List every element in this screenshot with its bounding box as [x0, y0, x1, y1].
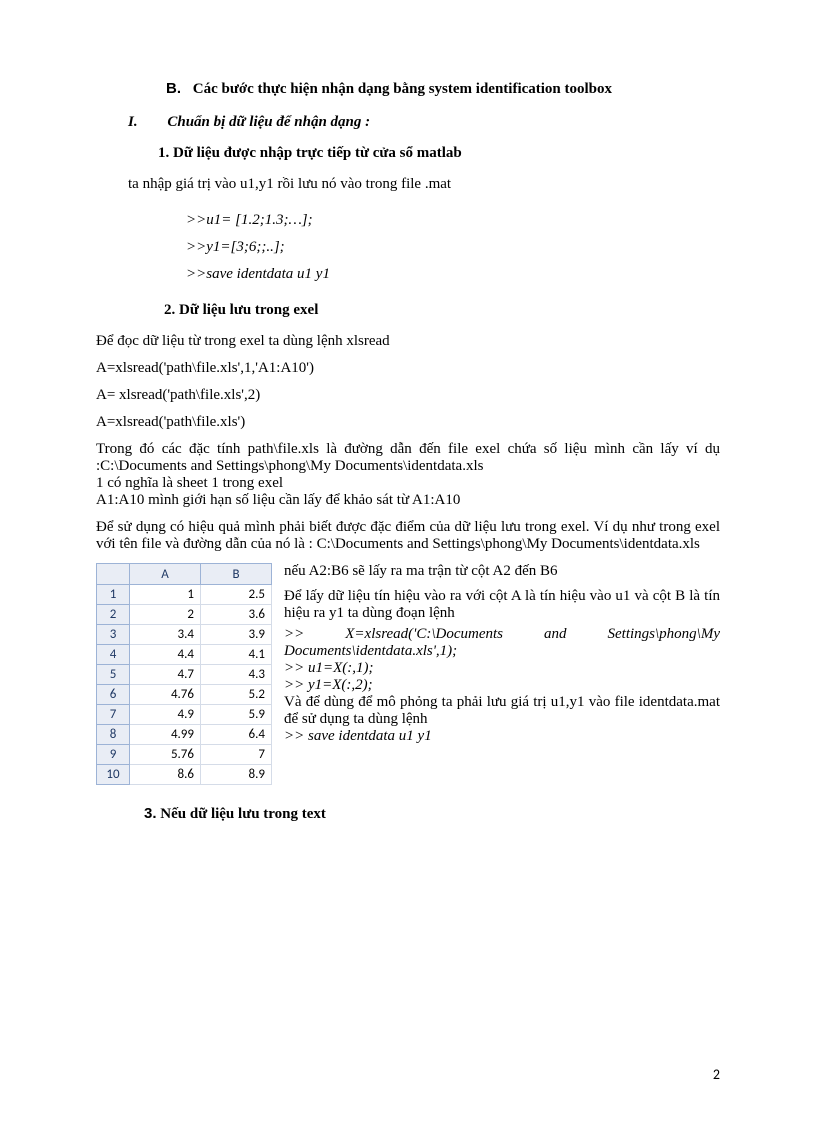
cell: 3.6 — [201, 605, 272, 625]
cell: 4.7 — [130, 665, 201, 685]
heading-i: I. Chuẩn bị dữ liệu để nhận dạng : — [128, 114, 720, 131]
paragraph: nếu A2:B6 sẽ lấy ra ma trận từ cột A2 đế… — [284, 563, 720, 580]
column-header-a: A — [130, 564, 201, 585]
code-line: >>y1=[3;6;;..]; — [186, 234, 720, 261]
table-row: 95.767 — [97, 745, 272, 765]
text: Trong đó các đặc tính path\file.xls là đ… — [96, 441, 720, 474]
code-line: >> y1=X(:,2); — [284, 677, 373, 693]
code-line: >>u1= [1.2;1.3;…]; — [186, 207, 720, 234]
cell: 8.6 — [130, 765, 201, 785]
column-header-b: B — [201, 564, 272, 585]
cell: 4.76 — [130, 685, 201, 705]
code-line: >>save identdata u1 y1 — [186, 261, 720, 288]
cell: 7 — [201, 745, 272, 765]
row-header: 10 — [97, 765, 130, 785]
table-row: 112.5 — [97, 585, 272, 605]
heading-2-marker: 2. — [164, 302, 175, 318]
cell: 2 — [130, 605, 201, 625]
cell: 5.76 — [130, 745, 201, 765]
code-line: >> save identdata u1 y1 — [284, 728, 432, 744]
heading-2-text: Dữ liệu lưu trong exel — [179, 302, 318, 318]
cell: 4.1 — [201, 645, 272, 665]
heading-1-text: Dữ liệu được nhập trực tiếp từ cửa sổ ma… — [173, 145, 462, 161]
paragraph: Và để dùng để mô phỏng ta phải lưu giá t… — [284, 694, 720, 728]
row-header: 7 — [97, 705, 130, 725]
code-line: A=xlsread('path\file.xls',1,'A1:A10') — [96, 360, 720, 377]
row-header: 8 — [97, 725, 130, 745]
cell: 1 — [130, 585, 201, 605]
cell: 4.3 — [201, 665, 272, 685]
cell: 3.4 — [130, 625, 201, 645]
table-row: 223.6 — [97, 605, 272, 625]
table-row: 33.43.9 — [97, 625, 272, 645]
cell: 6.4 — [201, 725, 272, 745]
text: A1:A10 mình giới hạn số liệu cần lấy để … — [96, 492, 460, 508]
heading-2: 2. Dữ liệu lưu trong exel — [164, 302, 720, 319]
heading-1-marker: 1. — [158, 145, 169, 161]
cell: 3.9 — [201, 625, 272, 645]
code-line: >> X=xlsread('C:\Documents and Settings\… — [284, 626, 720, 643]
heading-b-marker: B. — [166, 80, 181, 97]
cell: 4.99 — [130, 725, 201, 745]
table-corner — [97, 564, 130, 585]
paragraph: Để đọc dữ liệu từ trong exel ta dùng lện… — [96, 333, 720, 350]
excel-and-text-row: A B 112.5 223.6 33.43.9 44.44.1 54.74.3 … — [96, 563, 720, 785]
cell: 4.4 — [130, 645, 201, 665]
paragraph: Để lấy dữ liệu tín hiệu vào ra với cột A… — [284, 588, 720, 622]
row-header: 1 — [97, 585, 130, 605]
heading-1: 1. Dữ liệu được nhập trực tiếp từ cửa sổ… — [158, 145, 720, 162]
row-header: 9 — [97, 745, 130, 765]
cell: 5.9 — [201, 705, 272, 725]
row-header: 3 — [97, 625, 130, 645]
excel-table: A B 112.5 223.6 33.43.9 44.44.1 54.74.3 … — [96, 563, 272, 785]
document-page: B. Các bước thực hiện nhận dạng bằng sys… — [0, 0, 816, 1123]
text: 1 có nghĩa là sheet 1 trong exel — [96, 475, 283, 491]
cell: 4.9 — [130, 705, 201, 725]
table-row: 108.68.9 — [97, 765, 272, 785]
page-number: 2 — [713, 1066, 720, 1083]
heading-3: 3. Nếu dữ liệu lưu trong text — [144, 805, 720, 823]
table-row: 64.765.2 — [97, 685, 272, 705]
heading-3-marker: 3. — [144, 805, 157, 822]
row-header: 6 — [97, 685, 130, 705]
table-row: 74.95.9 — [97, 705, 272, 725]
code-line: A= xlsread('path\file.xls',2) — [96, 387, 720, 404]
heading-i-text: Chuẩn bị dữ liệu để nhận dạng : — [167, 114, 370, 130]
row-header: 4 — [97, 645, 130, 665]
matlab-code-block: >>u1= [1.2;1.3;…]; >>y1=[3;6;;..]; >>sav… — [186, 207, 720, 288]
code-line: A=xlsread('path\file.xls') — [96, 414, 720, 431]
heading-i-marker: I. — [128, 114, 138, 130]
cell: 8.9 — [201, 765, 272, 785]
heading-3-text: Nếu dữ liệu lưu trong text — [160, 806, 326, 822]
table-row: 44.44.1 — [97, 645, 272, 665]
row-header: 2 — [97, 605, 130, 625]
table-row: 54.74.3 — [97, 665, 272, 685]
cell: 2.5 — [201, 585, 272, 605]
heading-b-text: Các bước thực hiện nhận dạng bằng system… — [193, 81, 612, 97]
row-header: 5 — [97, 665, 130, 685]
paragraph: Để sử dụng có hiệu quả mình phải biết đư… — [96, 519, 720, 553]
intro-paragraph: ta nhập giá trị vào u1,y1 rồi lưu nó vào… — [128, 176, 720, 193]
heading-b: B. Các bước thực hiện nhận dạng bằng sys… — [166, 80, 720, 98]
code-line: Documents\identdata.xls',1); — [284, 643, 457, 659]
table-header-row: A B — [97, 564, 272, 585]
cell: 5.2 — [201, 685, 272, 705]
code-line: >> u1=X(:,1); — [284, 660, 374, 676]
table-row: 84.996.4 — [97, 725, 272, 745]
paragraph: Trong đó các đặc tính path\file.xls là đ… — [96, 441, 720, 509]
right-column-text: nếu A2:B6 sẽ lấy ra ma trận từ cột A2 đế… — [284, 563, 720, 785]
